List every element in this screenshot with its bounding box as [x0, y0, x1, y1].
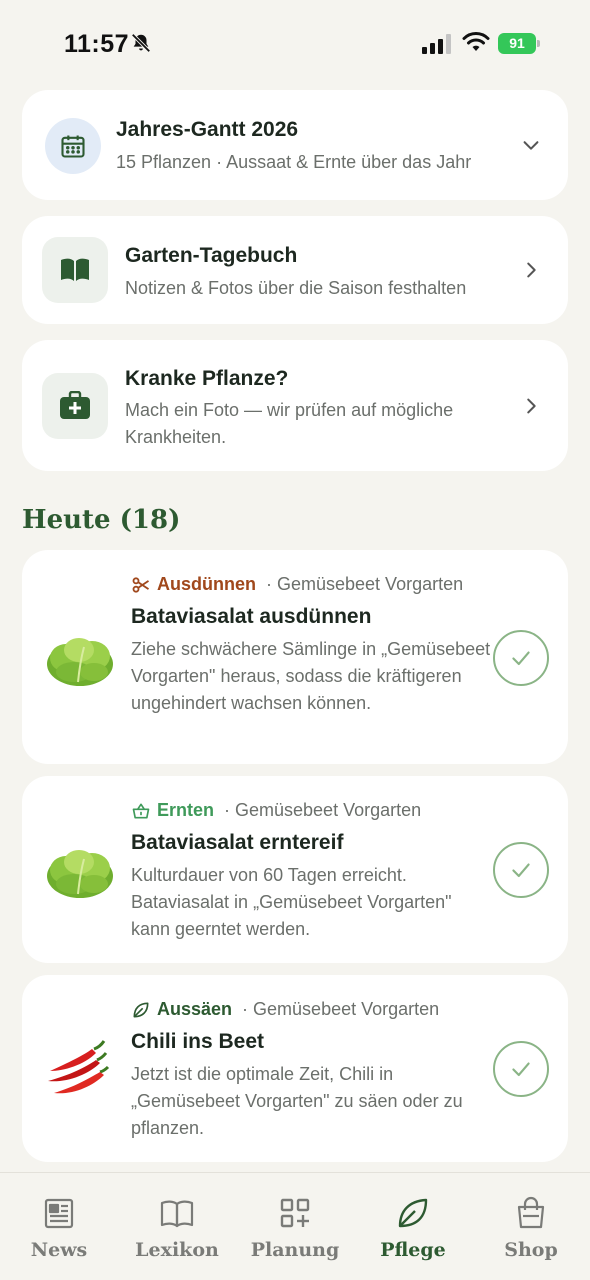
chevron-right-icon[interactable] — [520, 259, 542, 281]
sick-plant-subtitle: Mach ein Foto — wir prüfen auf mögliche … — [125, 400, 454, 447]
shopping-bag-icon — [517, 1196, 545, 1229]
tab-label: Lexikon — [135, 1239, 219, 1261]
gantt-card[interactable]: Jahres-Gantt 2026 15 Pflanzen · Aussaat … — [22, 90, 568, 200]
sick-plant-card[interactable]: Kranke Pflanze? Mach ein Foto — wir prüf… — [22, 340, 568, 471]
task-location: · Gemüsebeet Vorgarten — [224, 800, 422, 820]
task-type-label: Aussäen — [157, 999, 233, 1019]
scissors-icon — [132, 576, 150, 593]
diary-card[interactable]: Garten-Tagebuch Notizen & Fotos über die… — [22, 216, 568, 324]
task-description: Ziehe schwächere Sämlinge in „Gemüsebeet… — [131, 639, 491, 713]
task-title: Bataviasalat ausdünnen — [131, 605, 372, 628]
tab-pflege[interactable]: Pflege — [354, 1195, 472, 1261]
task-meta: Ausdünnen · Gemüsebeet Vorgarten — [131, 574, 463, 595]
status-bar: 11:57 91 — [0, 0, 590, 88]
sick-plant-title: Kranke Pflanze? — [125, 367, 289, 390]
medkit-tile — [42, 373, 108, 439]
lettuce-image — [47, 638, 113, 686]
calendar-tile — [45, 118, 101, 174]
chevron-right-icon[interactable] — [520, 395, 542, 417]
diary-title: Garten-Tagebuch — [125, 244, 298, 267]
tab-label: Pflege — [380, 1239, 446, 1261]
task-type-label: Ausdünnen — [157, 574, 256, 594]
task-meta: Aussäen · Gemüsebeet Vorgarten — [131, 999, 439, 1020]
basket-icon — [132, 803, 150, 818]
wifi-icon — [462, 32, 490, 51]
diary-subtitle: Notizen & Fotos über die Saison festhalt… — [125, 278, 467, 298]
battery-indicator: 91 — [498, 33, 540, 54]
complete-task-button[interactable] — [493, 842, 549, 898]
task-description: Kulturdauer von 60 Tagen erreicht. Batav… — [131, 865, 452, 939]
tab-label: Planung — [250, 1239, 340, 1261]
task-location: · Gemüsebeet Vorgarten — [266, 574, 464, 594]
bell-off-icon — [131, 33, 151, 53]
chevron-down-icon[interactable] — [520, 134, 542, 156]
open-book-icon — [61, 258, 89, 281]
checkmark-icon — [512, 651, 530, 666]
gantt-title: Jahres-Gantt 2026 — [116, 118, 299, 141]
tab-label: News — [30, 1239, 88, 1261]
lettuce-image — [47, 850, 113, 898]
status-time: 11:57 — [64, 30, 130, 58]
tab-shop[interactable]: Shop — [472, 1195, 590, 1261]
tab-planung[interactable]: Planung — [236, 1195, 354, 1261]
battery-tip — [537, 40, 540, 47]
task-card[interactable]: Ausdünnen · Gemüsebeet Vorgarten Batavia… — [22, 550, 568, 764]
chili-image — [48, 1040, 110, 1094]
task-title: Chili ins Beet — [131, 1030, 265, 1053]
tab-label: Shop — [504, 1239, 558, 1261]
calendar-icon — [61, 135, 85, 158]
leaf-icon — [398, 1198, 428, 1228]
task-description: Jetzt ist die optimale Zeit, Chili in „G… — [131, 1064, 463, 1138]
newspaper-icon — [44, 1198, 74, 1229]
tab-news[interactable]: News — [0, 1195, 118, 1261]
qr-plus-icon — [280, 1198, 310, 1228]
book-icon — [160, 1200, 194, 1228]
gantt-subtitle: 15 Pflanzen · Aussaat & Ernte über das J… — [116, 152, 472, 172]
battery-level: 91 — [498, 33, 536, 54]
task-location: · Gemüsebeet Vorgarten — [242, 999, 440, 1019]
task-title: Bataviasalat erntereif — [131, 831, 344, 854]
book-tile — [42, 237, 108, 303]
complete-task-button[interactable] — [493, 1041, 549, 1097]
checkmark-icon — [512, 1062, 530, 1077]
task-card[interactable]: Ernten · Gemüsebeet Vorgarten Bataviasal… — [22, 776, 568, 963]
complete-task-button[interactable] — [493, 630, 549, 686]
leaf-icon — [133, 1002, 149, 1017]
tab-lexikon[interactable]: Lexikon — [118, 1195, 236, 1261]
signal-icon — [422, 34, 451, 54]
task-type-label: Ernten — [157, 800, 215, 820]
today-heading: Heute (18) — [22, 505, 181, 535]
tab-bar: News Lexikon Planung Pflege Shop — [0, 1172, 590, 1280]
medical-kit-icon — [60, 391, 90, 419]
checkmark-icon — [512, 863, 530, 878]
task-meta: Ernten · Gemüsebeet Vorgarten — [131, 800, 421, 821]
task-card[interactable]: Aussäen · Gemüsebeet Vorgarten Chili ins… — [22, 975, 568, 1162]
